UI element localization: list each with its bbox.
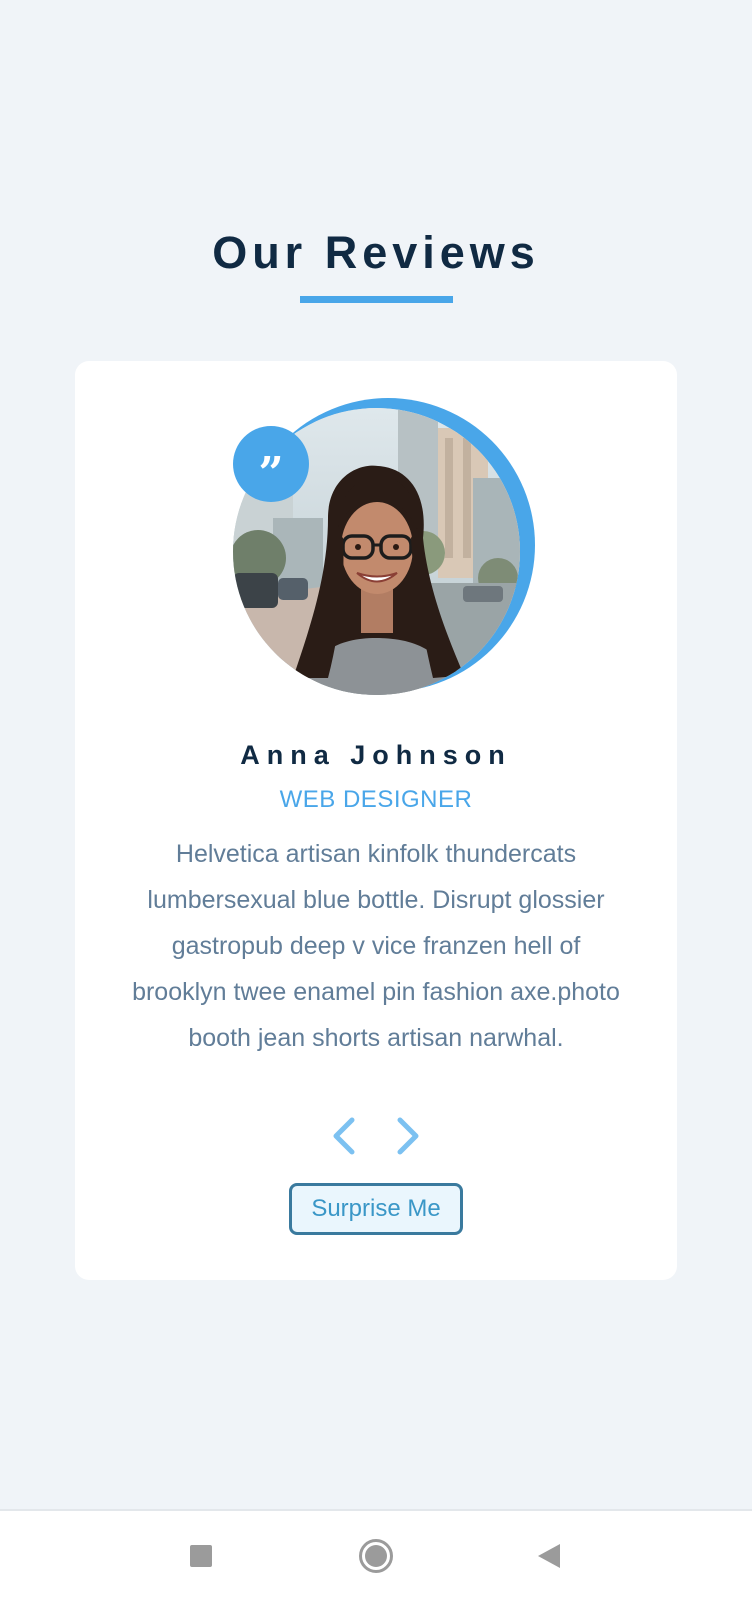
app-screen: Our Reviews ” Anna Johnson WEB DESIGNER … — [0, 0, 752, 1600]
home-button[interactable] — [356, 1536, 396, 1576]
review-text: Helvetica artisan kinfolk thundercats lu… — [132, 840, 620, 1052]
circle-icon — [359, 1539, 393, 1573]
reviewer-job: WEB DESIGNER — [279, 786, 473, 813]
triangle-back-icon — [538, 1544, 560, 1568]
recents-button[interactable] — [181, 1536, 221, 1576]
chevron-left-icon — [333, 1117, 355, 1155]
review-navigation — [75, 1114, 677, 1158]
page-title: Our Reviews — [212, 227, 540, 278]
surprise-me-button[interactable]: Surprise Me — [289, 1183, 463, 1235]
system-navigation-bar — [0, 1509, 752, 1600]
prev-button[interactable] — [322, 1114, 366, 1158]
quote-glyph: ” — [258, 448, 284, 499]
person-image-container: ” — [233, 398, 535, 700]
square-icon — [190, 1545, 212, 1567]
next-button[interactable] — [386, 1114, 430, 1158]
quote-icon: ” — [233, 426, 309, 502]
back-button[interactable] — [529, 1536, 569, 1576]
reviews-header: Our Reviews — [0, 225, 752, 303]
review-card: ” Anna Johnson WEB DESIGNER Helvetica ar… — [75, 361, 677, 1280]
chevron-right-icon — [397, 1117, 419, 1155]
title-underline — [299, 296, 453, 303]
reviewer-name: Anna Johnson — [240, 740, 512, 770]
